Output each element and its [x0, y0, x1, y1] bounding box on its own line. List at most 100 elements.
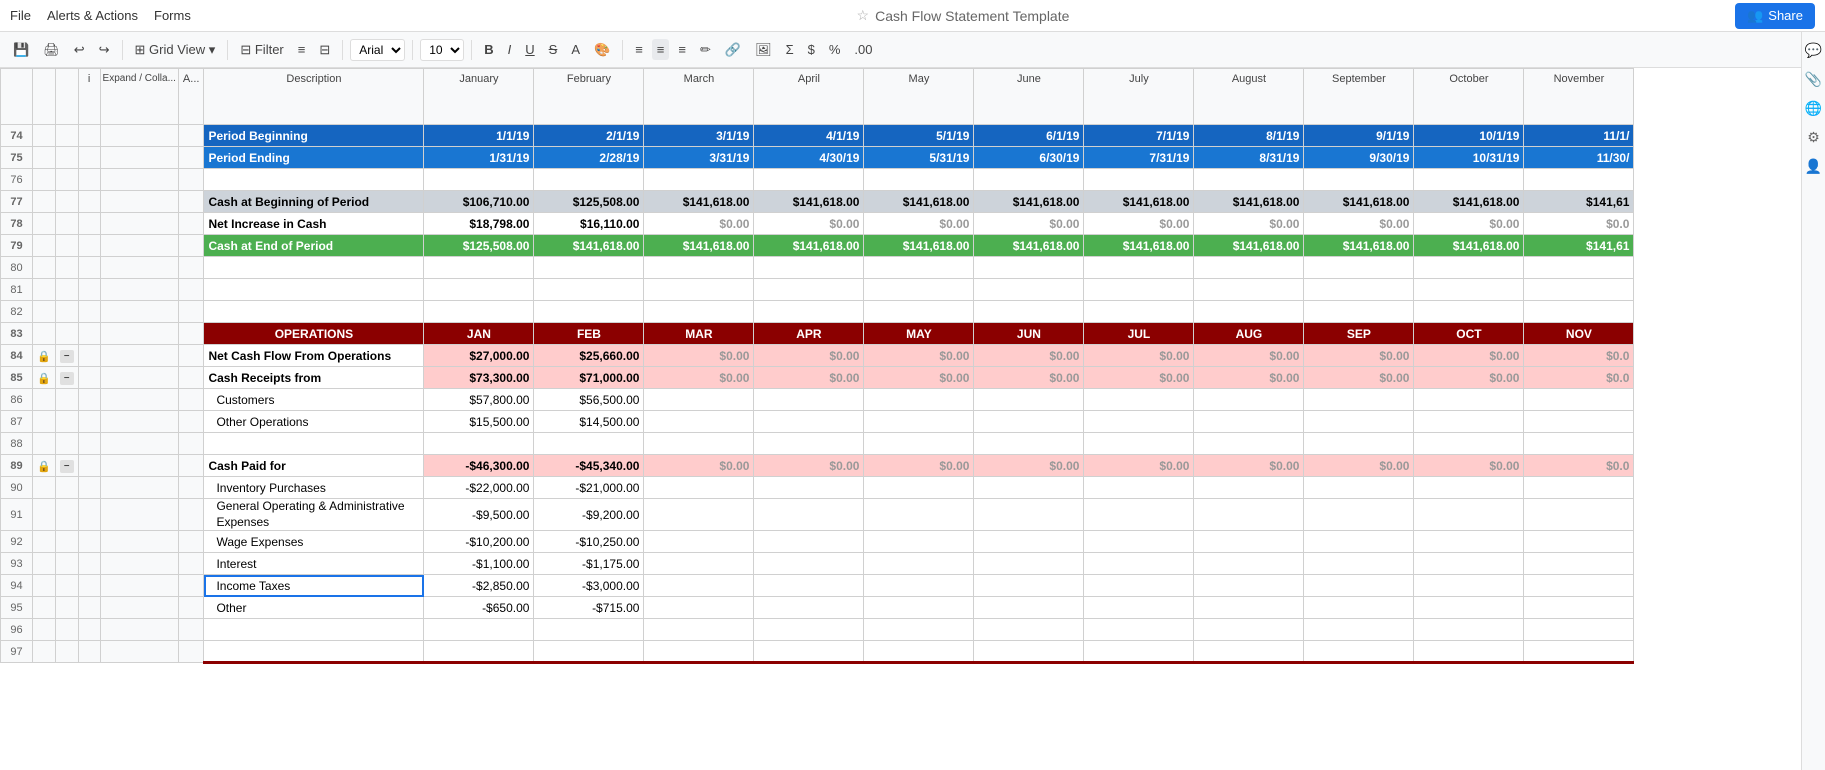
lock-col-header	[33, 69, 56, 125]
right-sidebar: 💬 📎 🌐 ⚙ 👤	[1801, 32, 1825, 770]
chevron-down-icon: ▾	[209, 42, 216, 57]
percent-icon[interactable]: %	[824, 39, 846, 60]
table-row: 86 Customers $57,800.00 $56,500.00	[1, 389, 1634, 411]
top-bar: File Alerts & Actions Forms ☆ Cash Flow …	[0, 0, 1825, 32]
share-button[interactable]: 👥 Share	[1735, 3, 1815, 29]
image-icon[interactable]: 🖼	[750, 39, 777, 61]
fill-color-icon[interactable]: 🎨	[589, 39, 615, 61]
table-row: 74 Period Beginning 1/1/19 2/1/19 3/1/19…	[1, 125, 1634, 147]
row-num-74: 74	[1, 125, 33, 147]
underline-button[interactable]: U	[520, 39, 539, 60]
sidebar-attachment-icon[interactable]: 📎	[1805, 71, 1822, 88]
table-row: 96	[1, 619, 1634, 641]
collapse-89[interactable]: −	[60, 460, 74, 473]
collapse-85[interactable]: −	[60, 372, 74, 385]
strikethrough-button[interactable]: S	[544, 39, 563, 60]
divider3	[342, 40, 343, 60]
november-col-header: November	[1524, 69, 1634, 125]
description-col-header: Description	[204, 69, 424, 125]
october-col-header: October	[1414, 69, 1524, 125]
expand-col-header[interactable]: Expand / Colla...	[100, 69, 178, 125]
toolbar-redo-icon[interactable]: ↪	[94, 39, 115, 61]
spreadsheet-title: Cash Flow Statement Template	[875, 8, 1069, 24]
share-label: Share	[1768, 8, 1803, 23]
filter-label: Filter	[255, 42, 284, 57]
italic-button[interactable]: I	[503, 39, 517, 60]
may-col-header: May	[864, 69, 974, 125]
ctrl-col-header	[55, 69, 78, 125]
table-row: 93 Interest -$1,100.00 -$1,175.00	[1, 553, 1634, 575]
sidebar-user-icon[interactable]: 👤	[1805, 158, 1822, 175]
sidebar-settings-icon[interactable]: ⚙	[1807, 129, 1820, 146]
divider1	[122, 40, 123, 60]
font-size-select[interactable]: 10	[420, 39, 464, 61]
lock-icon-84: 🔒	[37, 351, 51, 363]
period-beginning-desc: Period Beginning	[204, 125, 424, 147]
sidebar-chat-icon[interactable]: 💬	[1805, 42, 1822, 59]
june-col-header: June	[974, 69, 1084, 125]
bold-button[interactable]: B	[479, 39, 498, 60]
toolbar-undo-icon[interactable]: ↩	[69, 39, 90, 61]
formula-icon[interactable]: Σ	[781, 39, 799, 60]
text-color-icon[interactable]: A	[566, 39, 585, 60]
divider4	[412, 40, 413, 60]
toolbar-print-icon[interactable]: 🖨	[38, 39, 65, 61]
filter-icon: ⊟	[240, 42, 251, 57]
july-col-header: July	[1084, 69, 1194, 125]
table-row: 84 🔒 − Net Cash Flow From Operations $27…	[1, 345, 1634, 367]
corner-header	[1, 69, 33, 125]
sidebar-globe-icon[interactable]: 🌐	[1805, 100, 1822, 117]
april-col-header: April	[754, 69, 864, 125]
menu-alerts[interactable]: Alerts & Actions	[47, 8, 138, 23]
row-height-icon[interactable]: ≡	[293, 39, 311, 60]
table-row: 97	[1, 641, 1634, 663]
toolbar-save-icon[interactable]: 💾	[8, 39, 34, 61]
table-row: 78 Net Increase in Cash $18,798.00 $16,1…	[1, 213, 1634, 235]
table-row: 77 Cash at Beginning of Period $106,710.…	[1, 191, 1634, 213]
toolbar: 💾 🖨 ↩ ↪ ⊞ Grid View ▾ ⊟ Filter ≡ ⊟ Arial…	[0, 32, 1825, 68]
grid-view-label: Grid View	[149, 42, 205, 57]
table-row: 81	[1, 279, 1634, 301]
col-width-icon[interactable]: ⊟	[314, 39, 335, 61]
decimal-icon[interactable]: .00	[849, 39, 877, 60]
march-col-header: March	[644, 69, 754, 125]
period-beginning-jan: 1/1/19	[424, 125, 534, 147]
align-right-icon[interactable]: ≡	[673, 39, 691, 60]
table-row: 94 Income Taxes -$2,850.00 -$3,000.00	[1, 575, 1634, 597]
filter-button[interactable]: ⊟ Filter	[235, 39, 288, 61]
info-col-header: i	[78, 69, 100, 125]
collapse-84[interactable]: −	[60, 350, 74, 363]
a-col-header: A...	[178, 69, 204, 125]
table-row: 82	[1, 301, 1634, 323]
star-icon[interactable]: ☆	[857, 7, 870, 24]
august-col-header: August	[1194, 69, 1304, 125]
february-col-header: February	[534, 69, 644, 125]
align-center-icon[interactable]: ≡	[652, 39, 670, 60]
share-icon: 👥	[1747, 8, 1763, 24]
january-col-header: January	[424, 69, 534, 125]
table-row: 83 OPERATIONS JAN FEB MAR APR MAY JUN JU…	[1, 323, 1634, 345]
table-row: 80	[1, 257, 1634, 279]
currency-icon[interactable]: $	[803, 39, 820, 60]
table-row: 92 Wage Expenses -$10,200.00 -$10,250.00	[1, 531, 1634, 553]
table-row: 76	[1, 169, 1634, 191]
table-row: 75 Period Ending 1/31/19 2/28/19 3/31/19…	[1, 147, 1634, 169]
menu-file[interactable]: File	[10, 8, 31, 23]
spreadsheet-table: i Expand / Colla... A... Description Jan…	[0, 68, 1634, 664]
table-row: 87 Other Operations $15,500.00 $14,500.0…	[1, 411, 1634, 433]
menu-forms[interactable]: Forms	[154, 8, 191, 23]
table-row: 88	[1, 433, 1634, 455]
table-row: 89 🔒 − Cash Paid for -$46,300.00 -$45,34…	[1, 455, 1634, 477]
grid-view-button[interactable]: ⊞ Grid View ▾	[130, 39, 221, 61]
align-left-icon[interactable]: ≡	[630, 39, 648, 60]
lock-icon-89: 🔒	[37, 461, 51, 473]
sheet-container[interactable]: i Expand / Colla... A... Description Jan…	[0, 68, 1825, 770]
link-icon[interactable]: 🔗	[720, 39, 746, 61]
font-family-select[interactable]: Arial	[350, 39, 405, 61]
divider6	[622, 40, 623, 60]
grid-icon: ⊞	[135, 42, 146, 57]
divider5	[471, 40, 472, 60]
table-row: 79 Cash at End of Period $125,508.00 $14…	[1, 235, 1634, 257]
table-row: 90 Inventory Purchases -$22,000.00 -$21,…	[1, 477, 1634, 499]
highlight-icon[interactable]: ✏	[695, 39, 716, 61]
